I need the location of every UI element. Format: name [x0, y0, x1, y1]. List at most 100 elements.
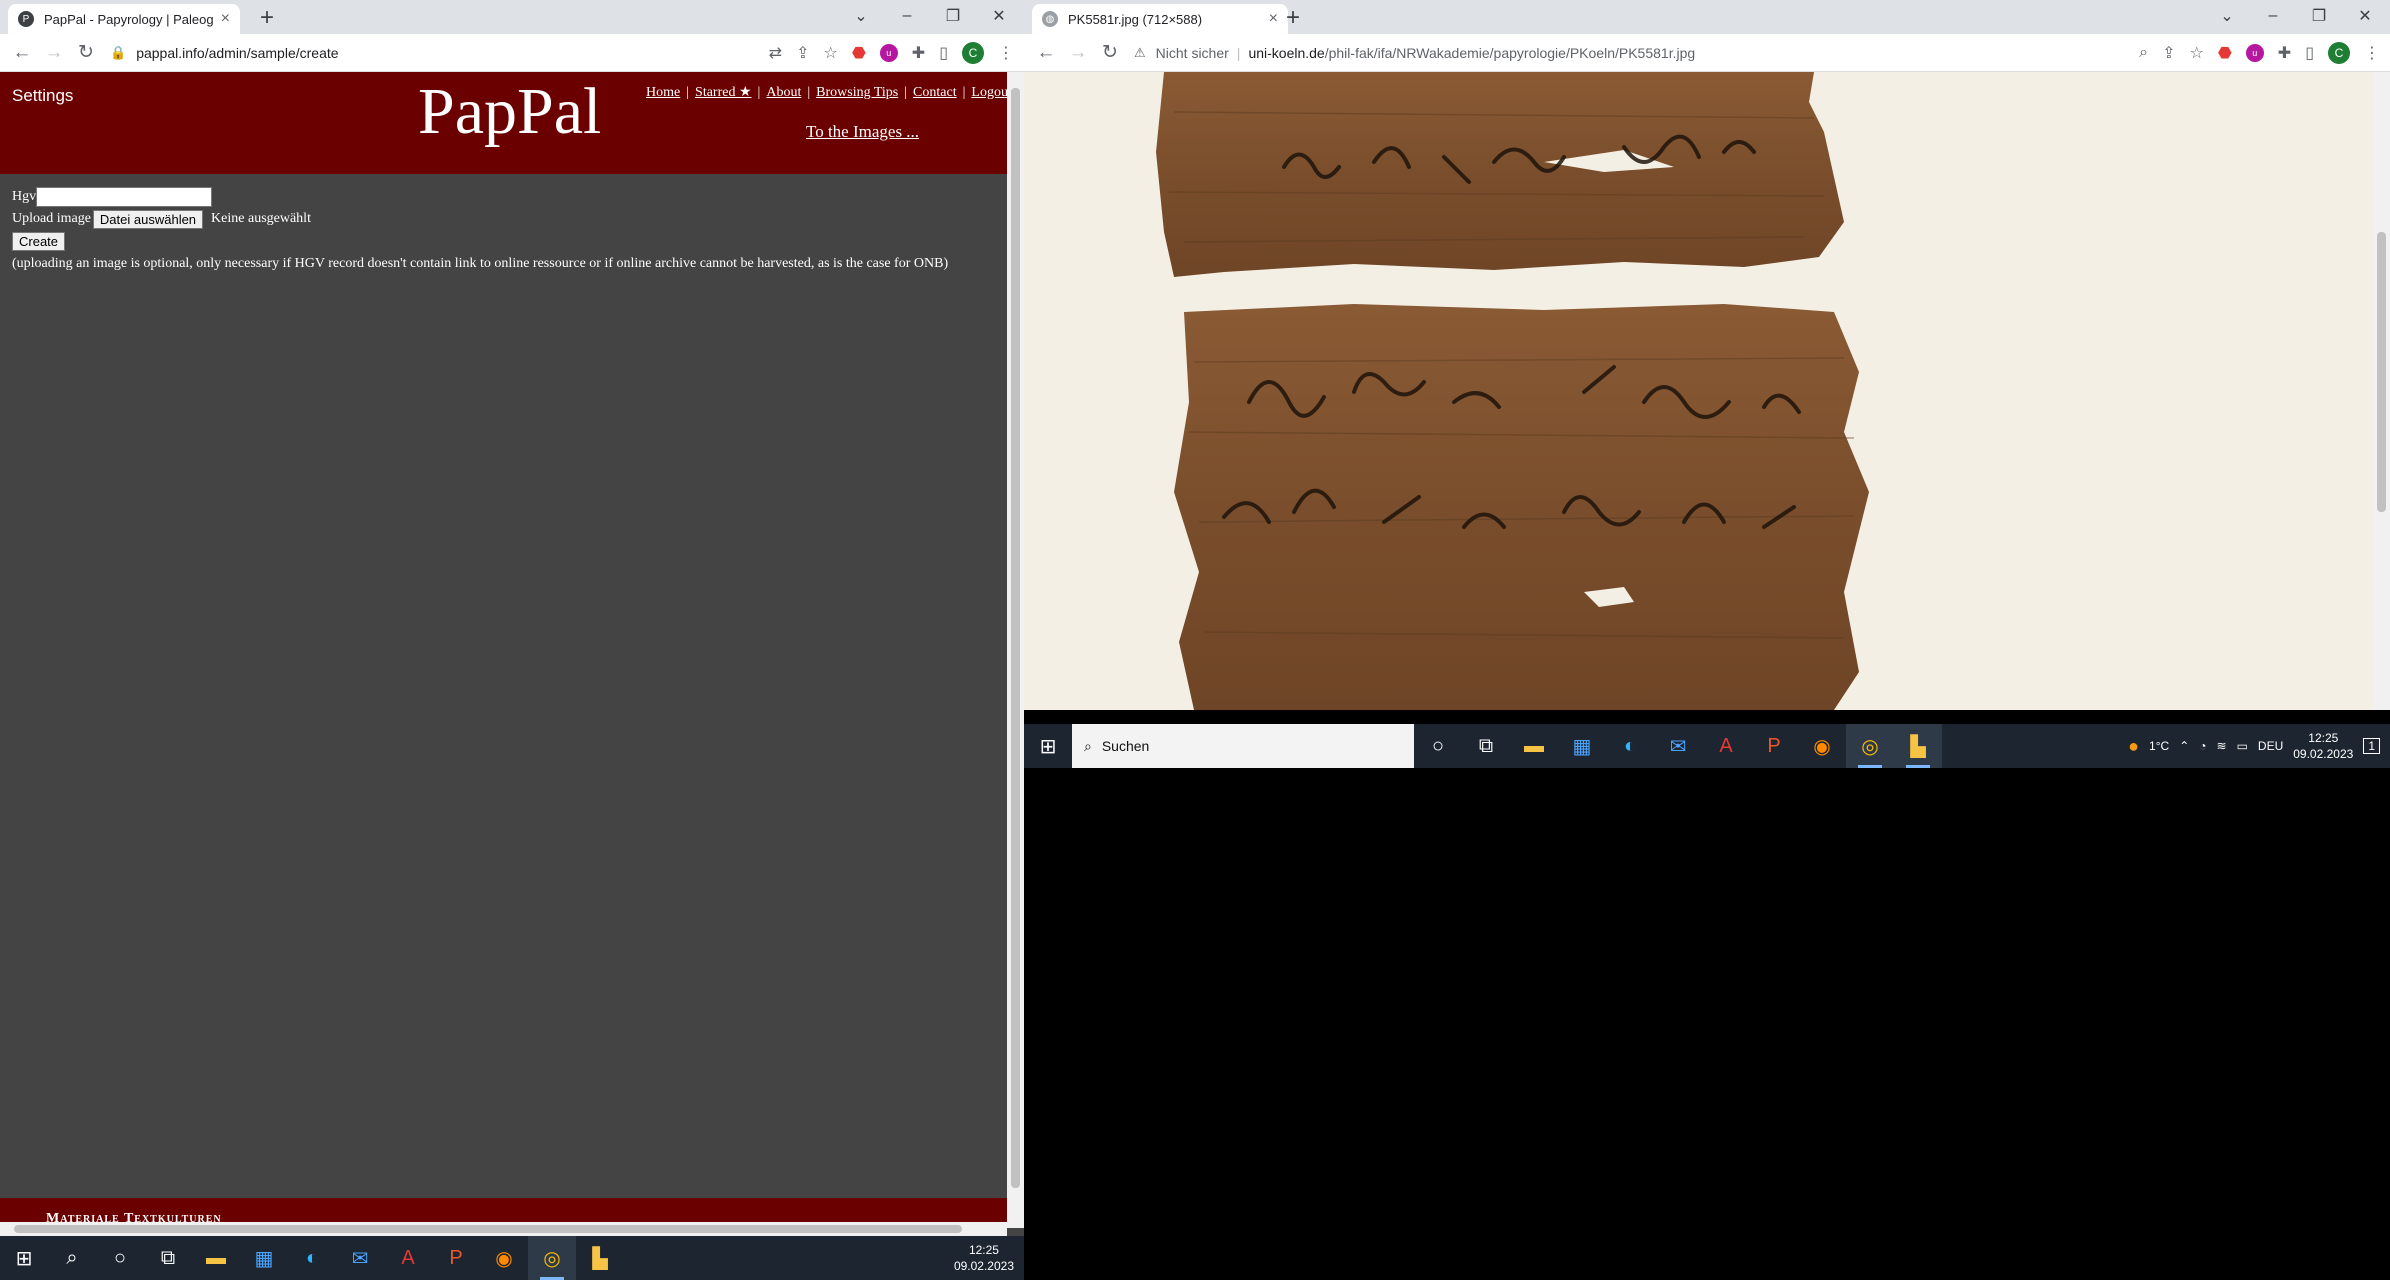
minimize-icon[interactable]: –: [2250, 7, 2296, 25]
task-view-icon[interactable]: ⧉: [144, 1236, 192, 1280]
mail-icon[interactable]: ✉: [1654, 724, 1702, 768]
vertical-scrollbar[interactable]: [2373, 72, 2390, 710]
powerpoint-icon[interactable]: P: [432, 1236, 480, 1280]
tab-close-icon[interactable]: ×: [1269, 10, 1278, 28]
battery-icon[interactable]: ▭: [2237, 739, 2248, 753]
language-indicator[interactable]: DEU: [2258, 739, 2283, 753]
menu-icon[interactable]: ⋮: [2364, 43, 2380, 63]
extension-purple-icon[interactable]: u: [2245, 43, 2264, 62]
side-panel-icon[interactable]: ▯: [2305, 43, 2314, 63]
close-window-icon[interactable]: ✕: [2342, 6, 2388, 26]
sticky-app-icon[interactable]: ▙: [1894, 724, 1942, 768]
extensions-puzzle-icon[interactable]: ✚: [2278, 43, 2291, 63]
cortana-icon[interactable]: ○: [96, 1236, 144, 1280]
new-tab-button[interactable]: +: [1286, 4, 1300, 32]
cortana-icon[interactable]: ○: [1414, 724, 1462, 768]
powerpoint-icon[interactable]: P: [1750, 724, 1798, 768]
settings-link[interactable]: Settings: [12, 86, 73, 106]
acrobat-icon[interactable]: A: [384, 1236, 432, 1280]
vertical-scrollbar[interactable]: [1007, 72, 1024, 1228]
minimize-icon[interactable]: –: [884, 7, 930, 25]
nav-home[interactable]: Home: [646, 85, 680, 100]
system-tray: ● 1°C ⌃ ◔ ≋ ▭ DEU 12:25 09.02.2023 1: [2128, 730, 2390, 762]
bookmark-star-icon[interactable]: ☆: [823, 43, 837, 63]
nav-starred[interactable]: Starred ★: [695, 85, 751, 100]
wifi-icon[interactable]: ≋: [2217, 739, 2227, 753]
nav-logout[interactable]: Logout: [971, 85, 1011, 100]
store-icon[interactable]: ▦: [1558, 724, 1606, 768]
upload-row: Upload image Datei auswählen Keine ausge…: [12, 208, 948, 230]
chrome-icon[interactable]: ◎: [1846, 724, 1894, 768]
hgv-row: Hgv: [12, 186, 948, 208]
temperature[interactable]: 1°C: [2149, 739, 2169, 753]
tab-close-icon[interactable]: ×: [221, 10, 230, 28]
address-bar[interactable]: 🔒 pappal.info/admin/sample/create: [110, 45, 769, 61]
extension-purple-icon[interactable]: u: [879, 43, 898, 62]
task-view-icon[interactable]: ⧉: [1462, 724, 1510, 768]
translate-icon[interactable]: ⇄: [769, 43, 782, 63]
firefox-icon[interactable]: ◉: [1798, 724, 1846, 768]
back-icon[interactable]: ←: [6, 42, 38, 64]
new-tab-button[interactable]: +: [260, 4, 274, 32]
tab-search-icon[interactable]: ⌄: [2204, 6, 2250, 26]
hgv-input[interactable]: [36, 187, 213, 207]
store-icon[interactable]: ▦: [240, 1236, 288, 1280]
acrobat-icon[interactable]: A: [1702, 724, 1750, 768]
scrollbar-thumb[interactable]: [1011, 88, 1020, 1188]
taskbar-search-box[interactable]: ⌕ Suchen: [1072, 724, 1414, 768]
to-the-images-link[interactable]: To the Images ...: [806, 122, 919, 142]
file-explorer-icon[interactable]: ▬: [1510, 724, 1558, 768]
tab-pappal[interactable]: P PapPal - Papyrology | Paleograph ×: [8, 4, 240, 34]
reload-icon[interactable]: ↻: [70, 41, 102, 64]
reload-icon[interactable]: ↻: [1094, 41, 1126, 64]
weather-icon[interactable]: ●: [2128, 736, 2139, 757]
share-icon[interactable]: ⇪: [796, 43, 809, 63]
extensions-puzzle-icon[interactable]: ✚: [912, 43, 925, 63]
nav-contact[interactable]: Contact: [913, 85, 957, 100]
windows-start-icon[interactable]: ⊞: [1024, 724, 1072, 768]
file-explorer-icon[interactable]: ▬: [192, 1236, 240, 1280]
firefox-icon[interactable]: ◉: [480, 1236, 528, 1280]
address-bar[interactable]: ⚠ Nicht sicher | uni-koeln.de/phil-fak/i…: [1134, 45, 2139, 61]
edge-icon[interactable]: ◐: [288, 1236, 336, 1280]
forward-icon[interactable]: →: [38, 42, 70, 64]
search-icon: ⌕: [1084, 737, 1092, 754]
close-window-icon[interactable]: ✕: [976, 6, 1022, 26]
scrollbar-thumb[interactable]: [14, 1225, 962, 1233]
menu-icon[interactable]: ⋮: [998, 43, 1014, 63]
notification-count[interactable]: 1: [2363, 738, 2380, 754]
warning-icon: ⚠: [1134, 44, 1146, 60]
nav-browsing-tips[interactable]: Browsing Tips: [816, 85, 898, 100]
sticky-app-icon[interactable]: ▙: [576, 1236, 624, 1280]
profile-avatar[interactable]: C: [2328, 41, 2350, 64]
search-icon[interactable]: ⌕: [48, 1236, 96, 1280]
choose-file-button[interactable]: Datei auswählen: [92, 209, 204, 229]
nav-about[interactable]: About: [766, 85, 801, 100]
mail-icon[interactable]: ✉: [336, 1236, 384, 1280]
windows-start-icon[interactable]: ⊞: [0, 1236, 48, 1280]
horizontal-scrollbar[interactable]: [0, 1222, 1007, 1236]
restore-icon[interactable]: ❐: [930, 6, 976, 26]
tab-search-icon[interactable]: ⌄: [838, 6, 884, 26]
bookmark-star-icon[interactable]: ☆: [2189, 43, 2203, 63]
forward-icon[interactable]: →: [1062, 42, 1094, 64]
profile-avatar[interactable]: C: [962, 41, 984, 64]
scrollbar-thumb[interactable]: [2377, 232, 2386, 512]
share-icon[interactable]: ⇪: [2162, 43, 2175, 63]
tab-image[interactable]: ◍ PK5581r.jpg (712×588) ×: [1032, 4, 1288, 34]
extension-icon[interactable]: ⬣: [2218, 43, 2232, 63]
network-icon[interactable]: ◔: [2199, 739, 2206, 753]
restore-icon[interactable]: ❐: [2296, 6, 2342, 26]
create-button[interactable]: Create: [12, 231, 66, 251]
clock[interactable]: 12:25 09.02.2023: [954, 1242, 1014, 1274]
tray-chevron-icon[interactable]: ⌃: [2179, 739, 2189, 753]
extension-icon[interactable]: ⬣: [852, 43, 866, 63]
chrome-icon[interactable]: ◎: [528, 1236, 576, 1280]
back-icon[interactable]: ←: [1030, 42, 1062, 64]
clock[interactable]: 12:25 09.02.2023: [2293, 730, 2353, 762]
upload-note: (uploading an image is optional, only ne…: [12, 256, 949, 271]
pappal-logo[interactable]: PapPal: [418, 74, 601, 150]
zoom-icon[interactable]: ⌕: [2139, 44, 2148, 62]
edge-icon[interactable]: ◐: [1606, 724, 1654, 768]
side-panel-icon[interactable]: ▯: [939, 43, 948, 63]
